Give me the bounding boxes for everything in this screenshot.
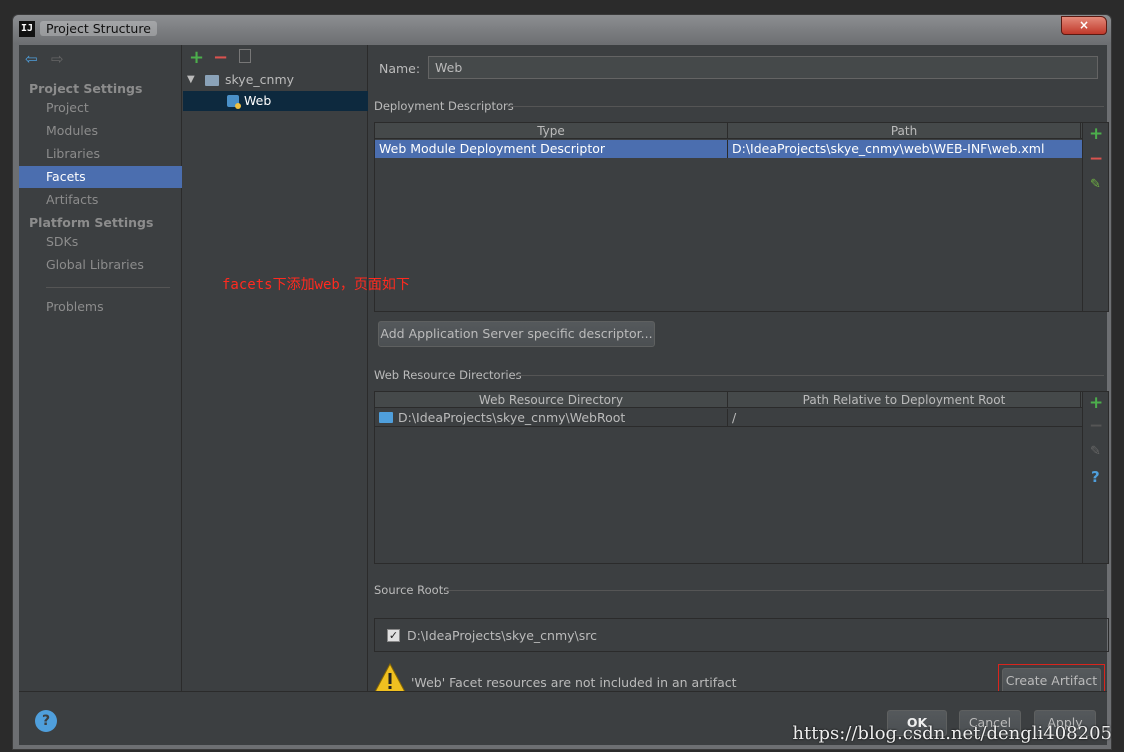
module-name: skye_cnmy bbox=[225, 72, 295, 87]
sidebar-item-libraries[interactable]: Libraries bbox=[19, 143, 182, 165]
directory-path: D:\IdeaProjects\skye_cnmy\WebRoot bbox=[398, 410, 626, 425]
back-arrow-icon[interactable]: ⇦ bbox=[25, 51, 38, 67]
descriptor-table-toolbar: + − ✎ bbox=[1082, 123, 1108, 311]
deployment-descriptors-title: Deployment Descriptors bbox=[374, 99, 514, 113]
warning-icon bbox=[374, 663, 406, 693]
source-roots-title: Source Roots bbox=[374, 583, 450, 597]
settings-sidebar: ⇦ ⇨ Project Settings Project Modules Lib… bbox=[19, 45, 182, 691]
web-resource-directories-title: Web Resource Directories bbox=[374, 368, 522, 382]
column-header-type[interactable]: Type bbox=[375, 123, 728, 139]
dialog-client-area: ⇦ ⇨ Project Settings Project Modules Lib… bbox=[19, 45, 1109, 745]
facet-settings-panel: Name: Deployment Descriptors Type Path W… bbox=[369, 45, 1109, 697]
module-folder-icon bbox=[205, 75, 219, 86]
sidebar-item-project[interactable]: Project bbox=[19, 97, 182, 119]
sidebar-item-modules[interactable]: Modules bbox=[19, 120, 182, 142]
directory-cell: D:\IdeaProjects\skye_cnmy\WebRoot bbox=[375, 409, 728, 427]
facets-tree: + − ▼ skye_cnmy Web bbox=[183, 45, 368, 691]
remove-directory-icon[interactable]: − bbox=[1089, 416, 1103, 436]
artifact-warning-text: 'Web' Facet resources are not included i… bbox=[411, 675, 737, 690]
descriptor-type-cell: Web Module Deployment Descriptor bbox=[375, 140, 728, 158]
blog-watermark: https://blog.csdn.net/dengli408205 bbox=[792, 723, 1112, 744]
edit-descriptor-icon[interactable]: ✎ bbox=[1090, 177, 1101, 192]
tree-node-web-facet[interactable]: Web bbox=[183, 91, 368, 111]
platform-settings-header: Platform Settings bbox=[29, 215, 154, 230]
relative-path-cell: / bbox=[732, 410, 737, 425]
sidebar-divider bbox=[46, 287, 170, 288]
red-annotation-text: facets下添加web，页面如下 bbox=[222, 277, 410, 293]
help-icon[interactable]: ? bbox=[35, 710, 57, 732]
source-root-path: D:\IdeaProjects\skye_cnmy\src bbox=[407, 628, 597, 643]
sidebar-item-global-libraries[interactable]: Global Libraries bbox=[19, 254, 182, 276]
column-header-relative-path[interactable]: Path Relative to Deployment Root bbox=[728, 392, 1081, 408]
column-header-directory[interactable]: Web Resource Directory bbox=[375, 392, 728, 408]
table-header: Web Resource Directory Path Relative to … bbox=[375, 392, 1108, 408]
copy-icon[interactable] bbox=[239, 49, 251, 63]
sidebar-item-sdks[interactable]: SDKs bbox=[19, 231, 182, 253]
web-resource-directories-table: Web Resource Directory Path Relative to … bbox=[374, 391, 1109, 564]
close-window-button[interactable]: × bbox=[1061, 16, 1107, 35]
add-descriptor-icon[interactable]: + bbox=[1089, 124, 1103, 144]
column-header-path[interactable]: Path bbox=[728, 123, 1081, 139]
table-row[interactable]: Web Module Deployment Descriptor D:\Idea… bbox=[375, 140, 1082, 158]
window-title: Project Structure bbox=[40, 21, 157, 36]
expand-arrow-icon[interactable]: ▼ bbox=[187, 70, 195, 90]
section-divider bbox=[507, 106, 1104, 107]
source-roots-list: ✓ D:\IdeaProjects\skye_cnmy\src bbox=[374, 618, 1109, 652]
web-facet-icon bbox=[227, 95, 241, 109]
intellij-icon: IJ bbox=[19, 21, 35, 37]
tree-node-module[interactable]: ▼ skye_cnmy bbox=[183, 70, 368, 90]
project-settings-header: Project Settings bbox=[29, 81, 143, 96]
remove-descriptor-icon[interactable]: − bbox=[1089, 149, 1103, 169]
section-divider bbox=[515, 375, 1104, 376]
folder-icon bbox=[379, 412, 393, 423]
sidebar-item-facets[interactable]: Facets bbox=[19, 166, 182, 188]
table-header: Type Path bbox=[375, 123, 1108, 139]
web-resource-table-toolbar: + − ✎ ? bbox=[1082, 392, 1108, 563]
name-field[interactable] bbox=[428, 56, 1098, 79]
facet-name: Web bbox=[244, 93, 272, 108]
section-divider bbox=[445, 590, 1104, 591]
sidebar-item-artifacts[interactable]: Artifacts bbox=[19, 189, 182, 211]
add-directory-icon[interactable]: + bbox=[1089, 393, 1103, 413]
source-root-checkbox[interactable]: ✓ bbox=[387, 629, 400, 642]
sidebar-item-problems[interactable]: Problems bbox=[19, 296, 182, 318]
remove-icon[interactable]: − bbox=[213, 47, 228, 68]
add-server-descriptor-button[interactable]: Add Application Server specific descript… bbox=[378, 321, 655, 347]
edit-directory-icon[interactable]: ✎ bbox=[1090, 444, 1101, 459]
help-icon[interactable]: ? bbox=[1091, 468, 1100, 486]
deployment-descriptors-table: Type Path Web Module Deployment Descript… bbox=[374, 122, 1109, 312]
name-label: Name: bbox=[379, 61, 421, 76]
table-row[interactable]: D:\IdeaProjects\skye_cnmy\WebRoot / bbox=[375, 409, 1082, 427]
forward-arrow-icon[interactable]: ⇨ bbox=[51, 51, 64, 67]
title-bar: IJ Project Structure × bbox=[13, 15, 1111, 43]
project-structure-window: IJ Project Structure × ⇦ ⇨ Project Setti… bbox=[12, 14, 1112, 750]
descriptor-path-cell: D:\IdeaProjects\skye_cnmy\web\WEB-INF\we… bbox=[732, 141, 1045, 156]
add-icon[interactable]: + bbox=[189, 47, 204, 68]
